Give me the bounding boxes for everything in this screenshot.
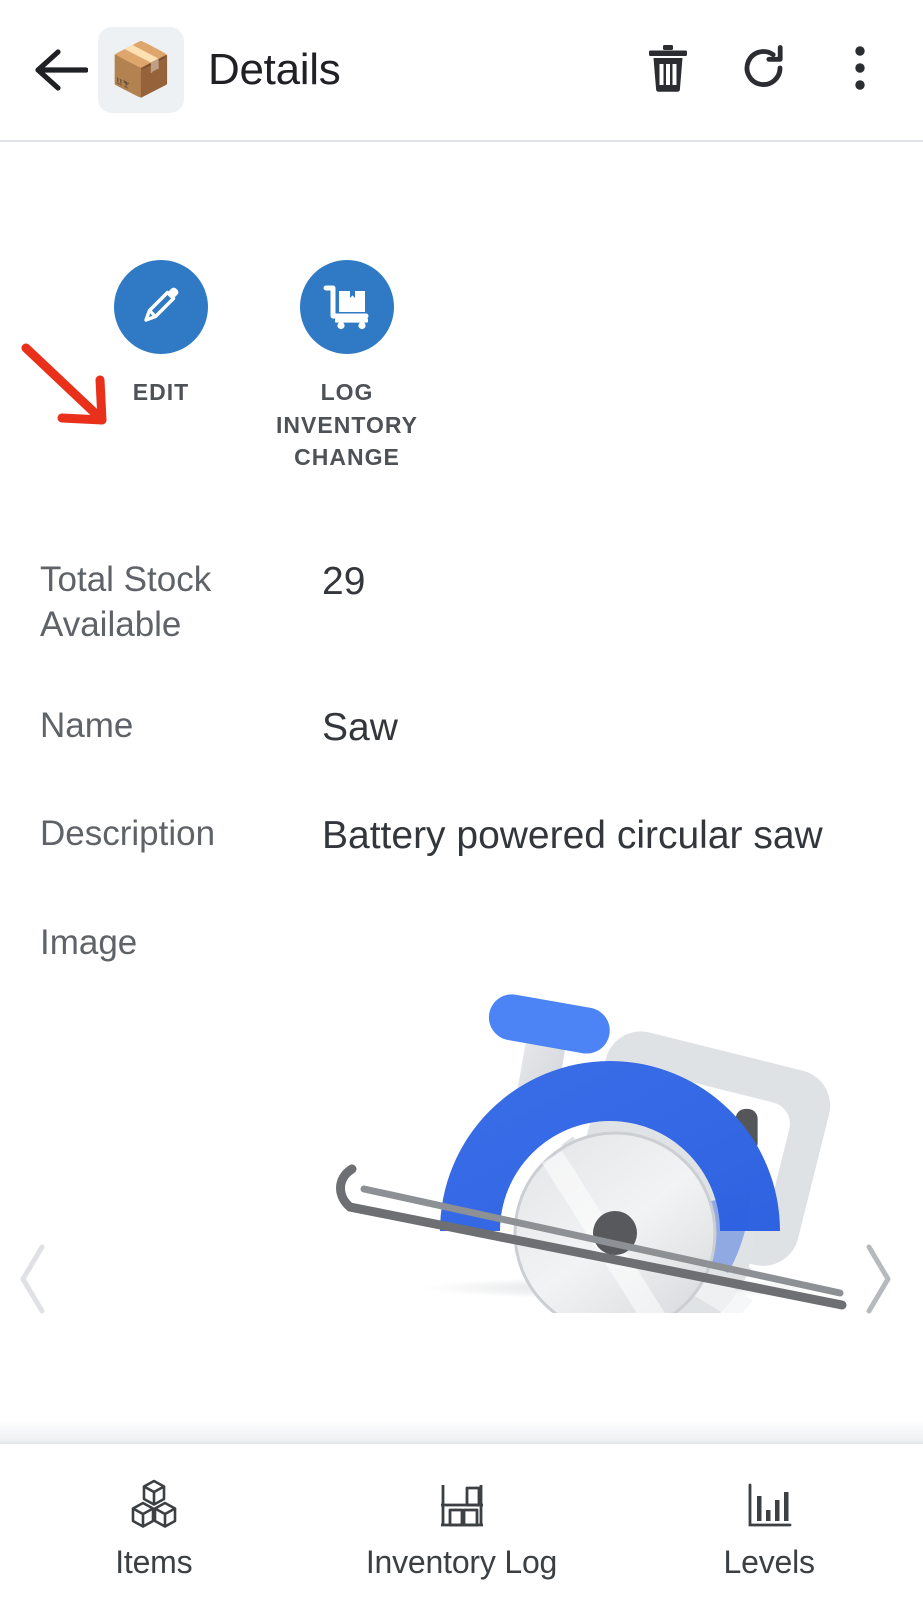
edit-button-circle <box>114 260 208 354</box>
overflow-menu-button[interactable] <box>831 41 889 99</box>
item-image-block <box>0 983 923 1353</box>
field-row: Total Stock Available 29 <box>0 554 923 648</box>
refresh-icon <box>739 43 789 98</box>
pencil-icon <box>137 281 185 334</box>
back-button[interactable] <box>30 39 92 101</box>
boxes-icon <box>128 1478 180 1530</box>
bottom-nav-shadow <box>0 1420 923 1442</box>
header-actions <box>639 41 889 99</box>
refresh-button[interactable] <box>735 41 793 99</box>
app-root: 📦 Details EDIT LOG INVENTORY CHANGE Tota… <box>0 0 923 1600</box>
field-row: Image <box>0 917 923 966</box>
edit-button-label: Edit <box>132 379 190 405</box>
field-value: Saw <box>322 705 398 749</box>
field-row: Name Saw <box>0 700 923 757</box>
nav-item-levels[interactable]: Levels <box>615 1478 923 1581</box>
quick-actions: Edit Log Inventory Ch <box>0 142 923 474</box>
details-scroll-area[interactable]: Edit Log Inventory Ch <box>0 142 923 1420</box>
nav-label: Items <box>115 1544 193 1580</box>
field-label: Image <box>40 922 138 962</box>
page-title: Details <box>208 45 341 94</box>
trash-icon <box>646 43 690 98</box>
bottom-navigation: Items Inventory Log Levels <box>0 1442 923 1600</box>
circular-saw-illustration[interactable] <box>330 983 890 1353</box>
log-inventory-change-label: Log Inventory Change <box>276 379 418 471</box>
package-emoji: 📦 <box>108 41 174 99</box>
field-list: Total Stock Available 29 Name Saw Descri… <box>0 474 923 1353</box>
nav-item-inventory-log[interactable]: Inventory Log <box>308 1478 616 1581</box>
nav-label: Levels <box>723 1544 816 1580</box>
delete-button[interactable] <box>639 41 697 99</box>
shelf-icon <box>437 1478 487 1530</box>
arrow-left-icon <box>34 48 88 92</box>
log-inventory-change-circle <box>300 260 394 354</box>
nav-label: Inventory Log <box>365 1544 558 1580</box>
field-label: Name <box>40 705 134 745</box>
app-package-icon: 📦 <box>98 27 184 113</box>
app-header: 📦 Details <box>0 0 923 142</box>
hand-truck-box-icon <box>321 280 373 335</box>
bar-chart-icon <box>744 1478 794 1530</box>
field-row: Description Battery powered circular saw <box>0 808 923 865</box>
field-value: 29 <box>322 559 366 603</box>
nav-item-items[interactable]: Items <box>0 1478 308 1581</box>
field-label: Description <box>40 814 216 854</box>
log-inventory-change-button[interactable]: Log Inventory Change <box>254 260 440 474</box>
field-label: Total Stock Available <box>40 559 212 644</box>
edit-button[interactable]: Edit <box>68 260 254 474</box>
field-value: Battery powered circular saw <box>322 814 823 858</box>
more-vertical-icon <box>852 44 868 97</box>
